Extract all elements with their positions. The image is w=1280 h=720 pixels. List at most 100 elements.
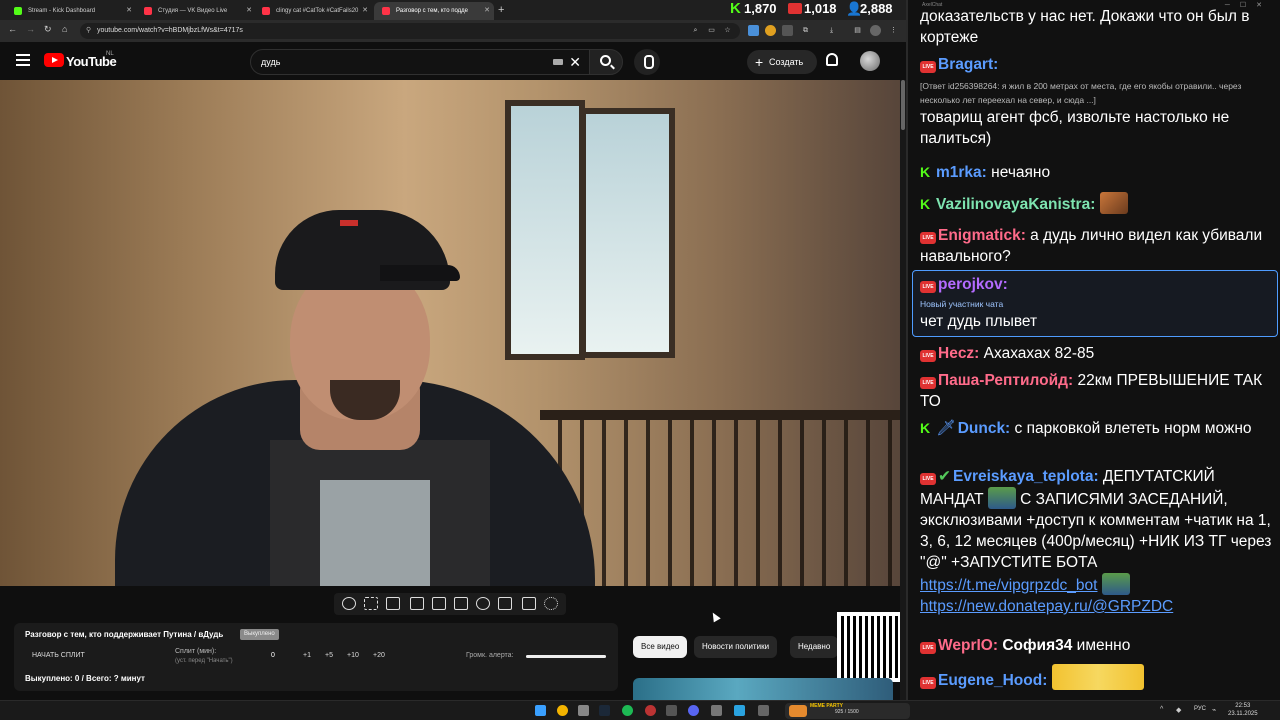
avatar[interactable]	[860, 51, 880, 71]
chat-username[interactable]: Dunck:	[958, 420, 1011, 437]
extension-icon[interactable]	[782, 25, 793, 36]
taskbar-app-icon[interactable]	[666, 705, 677, 716]
total-viewer-count: 2,888	[860, 1, 893, 16]
close-icon[interactable]: ✕	[246, 2, 252, 20]
donatepay-link[interactable]: https://new.donatepay.ru/@GRPZDC	[920, 598, 1173, 615]
checkmark-badge-icon: ✔	[938, 468, 951, 485]
steam-icon[interactable]	[599, 705, 610, 716]
reload-icon[interactable]: ↻	[44, 24, 52, 35]
add-5-minutes-button[interactable]: +5	[325, 652, 333, 659]
discord-icon[interactable]	[688, 705, 699, 716]
chat-window: AxelChat ─☐✕ доказательств у нас нет. До…	[906, 0, 1280, 700]
speed-gauge-icon[interactable]	[476, 597, 490, 610]
telegram-bot-link[interactable]: https://t.me/vipgrpzdc_bot	[920, 577, 1097, 594]
taskbar-app-icon[interactable]	[645, 705, 656, 716]
loop-icon[interactable]	[342, 597, 356, 610]
chat-username[interactable]: Hecz:	[938, 345, 979, 362]
hamburger-menu-icon[interactable]	[16, 54, 30, 66]
clear-search-icon[interactable]: ✕	[569, 52, 581, 72]
notifications-bell-icon[interactable]	[826, 53, 838, 66]
clock[interactable]: 22:53 23.11.2025	[1228, 702, 1258, 718]
download-icon[interactable]: ⤓	[826, 25, 837, 36]
tray-app-icon[interactable]: ◆	[1176, 706, 1181, 714]
taskbar-app-icon[interactable]	[578, 705, 589, 716]
film-icon[interactable]	[410, 597, 424, 610]
network-icon[interactable]: ⌁	[1212, 706, 1216, 714]
chat-username[interactable]: WeprIO:	[938, 637, 998, 654]
add-10-minutes-button[interactable]: +10	[347, 652, 359, 659]
forward-arrow-icon[interactable]: →	[26, 24, 35, 34]
puzzle-extensions-icon[interactable]: ⧉	[800, 25, 811, 36]
profile-icon[interactable]	[870, 25, 881, 36]
screen-eye-icon[interactable]	[386, 597, 400, 610]
extension-icon[interactable]	[748, 25, 759, 36]
start-split-button[interactable]: НАЧАТЬ СПЛИТ	[32, 652, 85, 659]
picture-icon[interactable]	[432, 597, 446, 610]
meme-party-widget[interactable]: MEME PARTY 925 / 1500	[785, 703, 910, 719]
telegram-icon[interactable]	[734, 705, 745, 716]
gear-icon[interactable]	[544, 597, 558, 610]
chat-username[interactable]: Eugene_Hood:	[938, 672, 1047, 689]
live-badge-icon: LIVE	[920, 642, 936, 654]
video-player[interactable]	[0, 80, 900, 586]
extension-icon[interactable]	[765, 25, 776, 36]
add-20-minutes-button[interactable]: +20	[373, 652, 385, 659]
player-extension-toolbar	[334, 593, 566, 615]
url-input[interactable]: ⚲ youtube.com/watch?v=hBDMjbzLfWs&t=4717…	[80, 23, 740, 39]
url-text: youtube.com/watch?v=hBDMjbzLfWs&t=4717s	[97, 27, 243, 34]
new-tab-button[interactable]: +	[498, 2, 504, 18]
bookmark-star-icon[interactable]: ☆	[722, 25, 733, 36]
film-strip-icon[interactable]	[454, 597, 468, 610]
home-icon[interactable]: ⌂	[62, 24, 67, 34]
windows-start-icon[interactable]	[535, 705, 546, 716]
scrollbar-thumb[interactable]	[901, 80, 905, 130]
chat-username[interactable]: Evreiskaya_teplota:	[953, 468, 1099, 485]
chat-username[interactable]: Enigmatick:	[938, 227, 1026, 244]
chat-username[interactable]: m1rka:	[936, 164, 987, 181]
keyboard-language[interactable]: РУС	[1194, 706, 1206, 712]
alert-volume-slider[interactable]	[526, 655, 606, 658]
back-arrow-icon[interactable]: ←	[8, 24, 17, 34]
keyboard-icon[interactable]	[553, 59, 563, 65]
chat-username[interactable]: Bragart:	[938, 56, 998, 73]
search-button[interactable]	[589, 49, 623, 75]
taskbar-app-icon[interactable]	[711, 705, 722, 716]
chat-username[interactable]: perojkov:	[938, 276, 1008, 293]
tray-chevron-icon[interactable]: ^	[1160, 706, 1163, 713]
create-button[interactable]: + Создать	[747, 50, 817, 74]
chat-username[interactable]: Паша-Рептилойд:	[938, 372, 1073, 389]
browser-menu-icon[interactable]: ⋮	[888, 25, 899, 36]
close-icon[interactable]: ✕	[126, 2, 132, 20]
tab-kick-dashboard[interactable]: Stream - Kick Dashboard ✕	[6, 2, 136, 20]
video-thumbnail[interactable]	[633, 678, 893, 700]
chip-recent[interactable]: Недавно	[790, 636, 838, 658]
create-label: Создать	[769, 57, 804, 67]
spotify-icon[interactable]	[622, 705, 633, 716]
add-screen-icon[interactable]	[498, 597, 512, 610]
tab-vk-studio[interactable]: Студия — VK Видео Live ✕	[136, 2, 256, 20]
close-icon[interactable]: ✕	[484, 2, 490, 20]
site-info-icon[interactable]: ⚲	[86, 23, 91, 39]
chat-username[interactable]: VazilinovayaKanistra:	[936, 196, 1095, 213]
chip-all-videos[interactable]: Все видео	[633, 636, 688, 658]
add-1-minute-button[interactable]: +1	[303, 652, 311, 659]
live-badge-icon: LIVE	[920, 61, 936, 73]
message-text: именно	[1076, 637, 1131, 654]
chip-politics-news[interactable]: Новости политики	[694, 636, 778, 658]
split-minutes-value[interactable]: 0	[271, 652, 275, 659]
split-minutes-hint: (уст. перед "Начать")	[175, 658, 233, 664]
sidebar-icon[interactable]: ▤	[852, 25, 863, 36]
cast-icon[interactable]: ▭	[706, 25, 717, 36]
close-icon[interactable]: ✕	[362, 2, 368, 20]
youtube-logo-icon[interactable]	[44, 53, 64, 67]
zoom-icon[interactable]: ⌕	[690, 25, 701, 36]
tab-title: Студия — VK Видео Live	[158, 8, 228, 14]
taskbar-app-icon[interactable]	[758, 705, 769, 716]
search-input[interactable]: дудь ✕	[250, 49, 590, 75]
voice-search-microphone-icon[interactable]	[634, 49, 660, 75]
camera-screenshot-icon[interactable]	[522, 597, 536, 610]
tab-current-video[interactable]: Разговор с тем, кто подде ✕	[374, 2, 494, 20]
tab-clingy-cat[interactable]: clingy cat #CatTok #CatFails20 ✕	[254, 2, 372, 20]
broadcast-icon[interactable]	[364, 597, 378, 610]
chrome-icon[interactable]	[557, 705, 568, 716]
